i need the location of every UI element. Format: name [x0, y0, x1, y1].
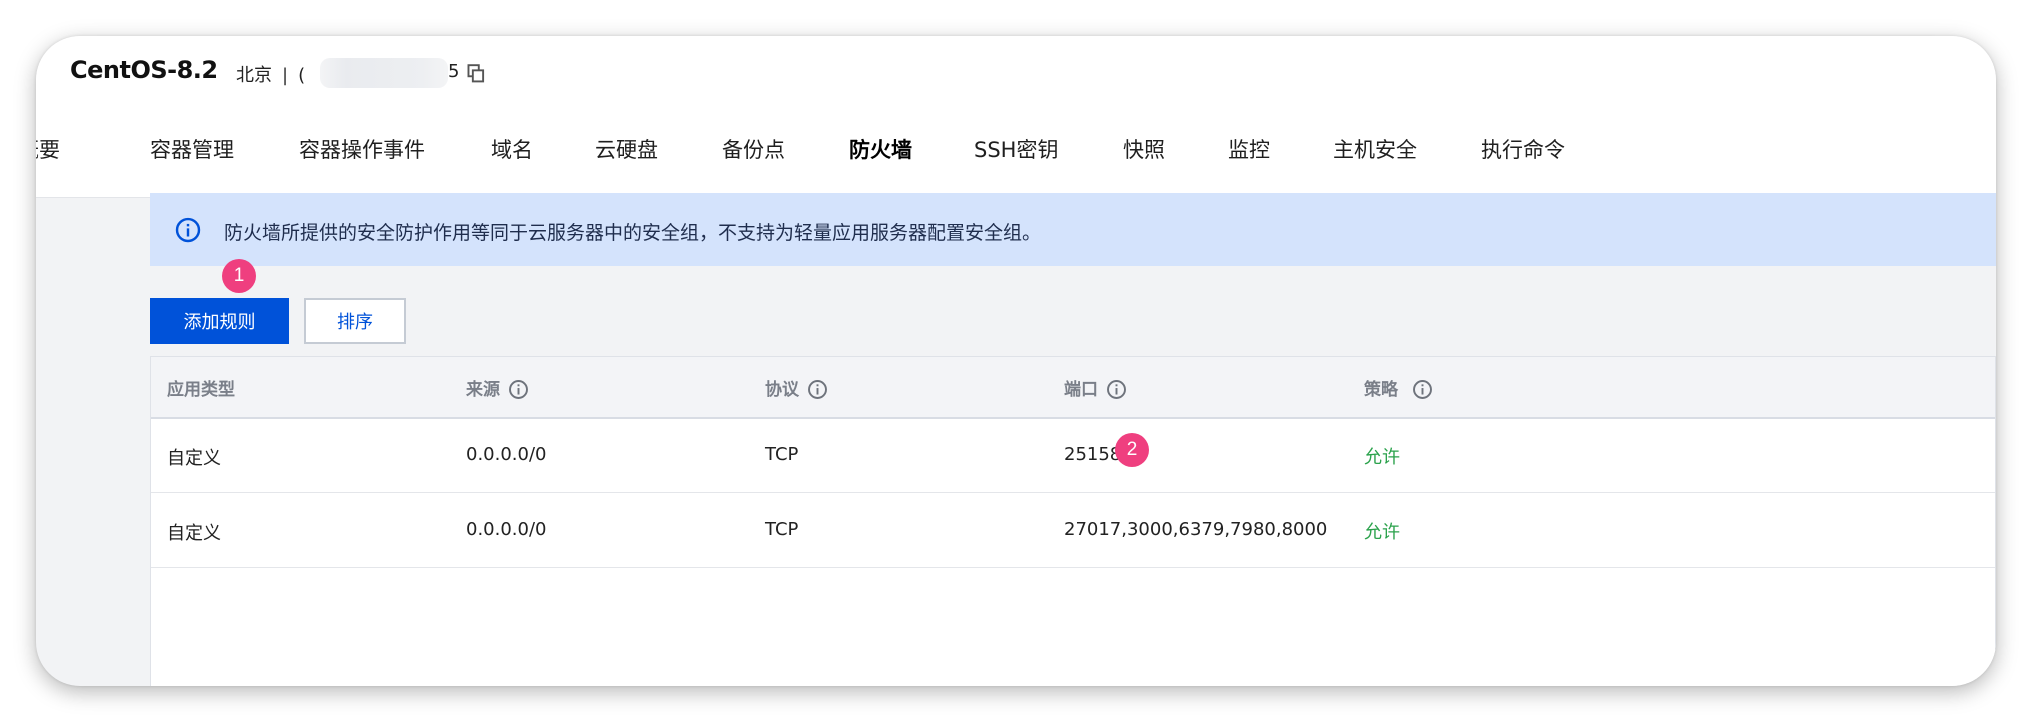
- table-row: 自定义 0.0.0.0/0 TCP 25158 允许: [151, 418, 1995, 493]
- notice-text: 防火墙所提供的安全防护作用等同于云服务器中的安全组，不支持为轻量应用服务器配置安…: [224, 222, 1042, 244]
- tab-backup[interactable]: 备份点: [722, 134, 785, 164]
- add-rule-button[interactable]: 添加规则: [150, 298, 289, 344]
- cell-port: 27017,3000,6379,7980,8000: [1064, 519, 1328, 540]
- tab-bar: 概要 容器管理 容器操作事件 域名 云硬盘 备份点 防火墙 SSH密钥 快照 监…: [36, 134, 1996, 186]
- column-header-source: 来源: [466, 375, 529, 400]
- info-icon[interactable]: [1106, 379, 1127, 400]
- cell-port: 25158: [1064, 444, 1122, 465]
- tab-host-security[interactable]: 主机安全: [1333, 134, 1417, 164]
- cell-source: 0.0.0.0/0: [466, 519, 547, 540]
- table-header: 应用类型 来源 协议 端口 策略: [151, 357, 1995, 419]
- column-header-protocol: 协议: [765, 375, 828, 400]
- instance-region: 北京 | (: [236, 61, 305, 87]
- annotation-badge-1: 1: [222, 259, 256, 293]
- column-header-label: 策略: [1364, 380, 1398, 400]
- cell-protocol: TCP: [765, 519, 799, 540]
- info-icon: [175, 217, 201, 243]
- column-header-label: 端口: [1064, 380, 1098, 400]
- column-header-policy: 策略: [1364, 375, 1433, 400]
- column-header-label: 协议: [765, 380, 799, 400]
- copy-icon[interactable]: [467, 64, 485, 83]
- column-header-app-type: 应用类型: [167, 375, 235, 400]
- annotation-badge-2: 2: [1115, 433, 1149, 467]
- firewall-rules-table: 应用类型 来源 协议 端口 策略 自定义 0.0.0.0/0 TCP 25158…: [150, 356, 1996, 686]
- ip-redaction: [320, 58, 448, 88]
- column-header-label: 应用类型: [167, 380, 235, 400]
- tab-snapshot[interactable]: 快照: [1123, 134, 1165, 164]
- tab-firewall[interactable]: 防火墙: [849, 134, 912, 164]
- info-icon[interactable]: [508, 379, 529, 400]
- region-name: 北京: [236, 65, 272, 86]
- cell-source: 0.0.0.0/0: [466, 444, 547, 465]
- cell-protocol: TCP: [765, 444, 799, 465]
- column-header-port: 端口: [1064, 375, 1127, 400]
- sort-button[interactable]: 排序: [304, 298, 406, 344]
- tab-monitor[interactable]: 监控: [1228, 134, 1270, 164]
- ip-suffix: 5: [448, 61, 460, 82]
- tab-domain[interactable]: 域名: [491, 134, 533, 164]
- tab-run-command[interactable]: 执行命令: [1481, 134, 1565, 164]
- ip-prefix: (: [298, 65, 306, 86]
- table-row: 自定义 0.0.0.0/0 TCP 27017,3000,6379,7980,8…: [151, 493, 1995, 568]
- app-window: CentOS-8.2 北京 | ( 5 概要 容器管理 容器操作事件 域名 云硬盘 …: [36, 36, 1996, 686]
- tab-ssh-keys[interactable]: SSH密钥: [974, 134, 1058, 164]
- tab-cloud-disk[interactable]: 云硬盘: [595, 134, 658, 164]
- cell-policy: 允许: [1364, 447, 1400, 468]
- cell-app-type: 自定义: [167, 523, 221, 544]
- cell-policy: 允许: [1364, 522, 1400, 543]
- column-header-label: 来源: [466, 380, 500, 400]
- tab-container-management[interactable]: 容器管理: [150, 134, 234, 164]
- top-bar: CentOS-8.2 北京 | ( 5 概要 容器管理 容器操作事件 域名 云硬盘 …: [36, 36, 1996, 198]
- tab-overview[interactable]: 概要: [36, 134, 60, 164]
- instance-title: CentOS-8.2: [70, 56, 218, 84]
- info-icon[interactable]: [1412, 379, 1433, 400]
- info-icon[interactable]: [807, 379, 828, 400]
- tab-container-events[interactable]: 容器操作事件: [299, 134, 425, 164]
- cell-app-type: 自定义: [167, 448, 221, 469]
- region-separator: |: [282, 65, 289, 86]
